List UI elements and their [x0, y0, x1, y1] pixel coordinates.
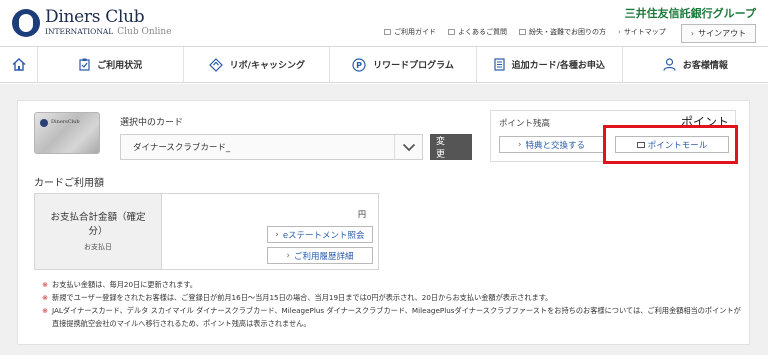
logo-club-online: Club Online — [117, 27, 172, 37]
selected-card-label: 選択中のカード — [120, 118, 184, 128]
signout-button[interactable]: › サインアウト — [681, 24, 756, 43]
usage-table: お支払合計金額（確定分） お支払日 円 › eステートメント照会 › ご利用履歴詳細 — [34, 193, 379, 270]
card-select-dropdown[interactable]: ダイナースクラブカード_ — [120, 134, 423, 160]
util-link-faq[interactable]: よくあるご質問 — [448, 27, 507, 37]
card-select-value: ダイナースクラブカード_ — [133, 143, 231, 153]
diners-logo-icon — [40, 119, 48, 127]
points-p-icon: P — [352, 57, 366, 72]
card-thumbnail: DinersClub — [34, 112, 100, 154]
nav-usage-status[interactable]: ご利用状況 — [38, 47, 185, 82]
yen-unit: 円 — [358, 210, 366, 219]
chevron-right-icon: › — [518, 139, 522, 150]
nav-label: ご利用状況 — [97, 61, 143, 71]
nav-revolving-cashing[interactable]: リボ/キャッシング — [184, 47, 331, 82]
lost-card-icon — [519, 29, 526, 35]
usage-table-body: 円 › eステートメント照会 › ご利用履歴詳細 — [162, 194, 378, 269]
chevron-right-icon: › — [618, 28, 621, 36]
nav-label: リボ/キャッシング — [229, 61, 305, 71]
usage-title: カードご利用額 — [34, 178, 104, 189]
chevron-right-icon: › — [286, 250, 290, 261]
util-link-lost-card[interactable]: 紛失・盗難でお困りの方 — [519, 27, 606, 37]
nav-reward-program[interactable]: P リワードプログラム — [330, 47, 477, 82]
logo-name: Diners Club — [45, 7, 145, 27]
note-item: ※ 新規でユーザー登録をされたお客様は、ご登録日が前月16日～当月15日の場合、当… — [42, 293, 553, 302]
change-card-button[interactable]: 変 更 — [430, 134, 472, 160]
note-mark: ※ — [42, 293, 49, 302]
diners-club-logo[interactable]: Diners Club INTERNATIONAL Club Online — [12, 7, 172, 39]
card-thumb-brand: DinersClub — [51, 119, 80, 125]
clipboard-icon — [79, 58, 90, 71]
faq-icon — [448, 29, 455, 35]
note-mark: ※ — [42, 280, 49, 289]
logo-sub: INTERNATIONAL — [45, 27, 114, 36]
nav-label: 追加カード/各種お申込 — [511, 61, 605, 71]
home-icon — [12, 58, 25, 71]
util-link-guide[interactable]: ご利用ガイド — [384, 27, 436, 37]
nav-label: お客様情報 — [682, 61, 728, 71]
brand-group-label: 三井住友信託銀行グループ — [624, 7, 756, 20]
document-icon — [493, 58, 505, 71]
notes-list: ※ お支払い金額は、毎月20日に更新されます。 ※ 新規でユーザー登録をされたお客様… — [42, 278, 742, 330]
nav-additional-card[interactable]: 追加カード/各種お申込 — [477, 47, 623, 82]
utility-links: ご利用ガイド よくあるご質問 紛失・盗難でお困りの方 › サイトマップ — [384, 27, 678, 37]
estatement-button[interactable]: › eステートメント照会 — [267, 226, 373, 243]
nav-label: リワードプログラム — [373, 61, 454, 71]
global-nav: ご利用状況 リボ/キャッシング P リワードプログラム 追加カード/各種お申込 … — [0, 46, 768, 83]
revolving-diamond-icon — [208, 57, 223, 72]
exchange-rewards-button[interactable]: › 特典と交換する — [499, 136, 604, 153]
nav-customer-info[interactable]: お客様情報 — [623, 47, 768, 82]
diners-logo-icon — [12, 9, 40, 37]
util-link-sitemap[interactable]: › サイトマップ — [618, 27, 666, 37]
svg-text:P: P — [356, 61, 362, 70]
user-icon — [663, 58, 676, 71]
usage-table-head: お支払合計金額（確定分） お支払日 — [35, 194, 162, 269]
payment-date-label: お支払日 — [84, 243, 112, 251]
usage-history-button[interactable]: › ご利用履歴詳細 — [267, 247, 373, 264]
points-title: ポイント残高 — [499, 119, 551, 129]
highlight-box — [603, 125, 738, 164]
note-item: ※ JALダイナースカード、デルタ スカイマイル ダイナースクラブカード、Mile… — [42, 306, 741, 328]
chevron-down-icon — [394, 135, 422, 159]
nav-home[interactable] — [0, 47, 38, 82]
note-item: ※ お支払い金額は、毎月20日に更新されます。 — [42, 280, 197, 289]
site-header: Diners Club INTERNATIONAL Club Online 三井住… — [0, 0, 768, 46]
note-mark: ※ — [42, 306, 49, 315]
payment-total-label: お支払合計金額（確定分） — [50, 212, 146, 237]
chevron-right-icon: › — [690, 29, 695, 38]
guide-icon — [384, 29, 391, 35]
chevron-right-icon: › — [275, 229, 279, 240]
